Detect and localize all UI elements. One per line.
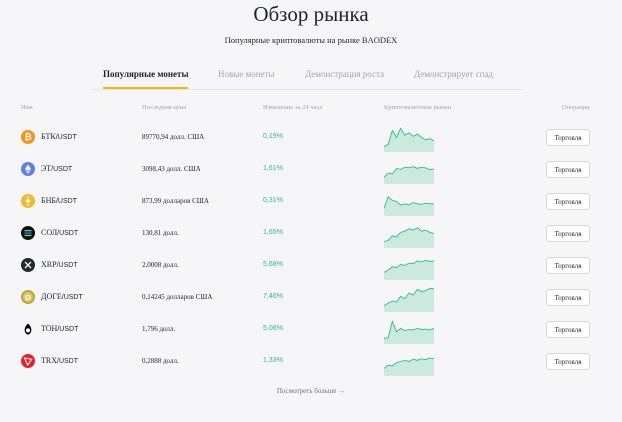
sparkline-chart <box>384 357 434 376</box>
table-row[interactable]: ТОН/USDT 1,796 долл. 5,06% Торговля <box>0 314 622 346</box>
page-subtitle: Популярные криптовалюты на рынке BAODEX <box>224 35 398 45</box>
coin-change: 0,31% <box>263 197 283 204</box>
sparkline-chart <box>384 227 434 248</box>
tab-losers[interactable]: Демонстрирует спад <box>414 69 493 79</box>
sparkline-area <box>384 358 434 376</box>
svg-text:D: D <box>25 293 31 302</box>
bnb-icon <box>21 194 35 208</box>
coin-change: 7,46% <box>263 293 283 300</box>
trade-button[interactable]: Торговля <box>546 353 590 370</box>
solana-icon <box>21 226 35 240</box>
coin-price: 2,0008 долл. <box>142 261 179 269</box>
coin-name: TRX/USDT <box>41 356 78 365</box>
header-change: Изменение за 24 часа <box>263 104 323 111</box>
table-row[interactable]: БНБ/USDT 873,99 долларов США 0,31% Торго… <box>0 186 622 218</box>
tab-gainers[interactable]: Демонстрация роста <box>305 69 384 79</box>
view-more-link[interactable]: Посмотреть больше → <box>0 387 622 395</box>
coin-name: СОЛ/USDT <box>41 228 79 237</box>
sparkline-area <box>384 166 434 184</box>
coin-price: 130,81 долл. <box>142 229 179 237</box>
header-chart: Криптовалютные рынки <box>384 104 452 111</box>
coin-change: 5,06% <box>263 325 283 332</box>
coin-price: 3098,43 долл. США <box>142 165 201 173</box>
tab-new-coins[interactable]: Новые монеты <box>218 69 275 79</box>
header-action: Операция <box>562 104 590 111</box>
dogecoin-icon: D <box>21 290 35 304</box>
table-row[interactable]: XRP/USDT 2,0008 долл. 5,68% Торговля <box>0 250 622 282</box>
tron-icon <box>21 354 35 368</box>
table-row[interactable]: TRX/USDT 0,2888 долл. 1,33% Торговля <box>0 346 622 378</box>
coin-price: 873,99 долларов США <box>142 197 209 205</box>
trade-button[interactable]: Торговля <box>546 193 590 210</box>
table-row[interactable]: D ДОГЕ/USDT 0,14245 долларов США 7,46% Т… <box>0 282 622 314</box>
sparkline-chart <box>384 287 434 312</box>
trade-button[interactable]: Торговля <box>546 225 590 242</box>
coin-name: ТОН/USDT <box>41 324 79 333</box>
coin-change: 1,65% <box>263 229 283 236</box>
ton-icon <box>21 322 35 336</box>
sparkline-chart <box>384 320 434 344</box>
tab-popular-coins[interactable]: Популярные монеты <box>103 69 188 79</box>
coin-name: БНБ/USDT <box>41 196 77 205</box>
coin-change: 1,61% <box>263 165 283 172</box>
trade-button[interactable]: Торговля <box>546 321 590 338</box>
trade-button[interactable]: Торговля <box>546 161 590 178</box>
header-name: Имя <box>21 104 33 111</box>
coin-name: ЭТ/USDT <box>41 164 73 173</box>
sparkline-area <box>384 288 434 312</box>
sparkline-chart <box>384 196 434 216</box>
table-row[interactable]: СОЛ/USDT 130,81 долл. 1,65% Торговля <box>0 218 622 250</box>
xrp-icon <box>21 258 35 272</box>
table-row[interactable]: ₿ БТК/USDT 89770,94 долл. США 0,19% Торг… <box>0 122 622 154</box>
coin-name: XRP/USDT <box>41 260 78 269</box>
bitcoin-icon: ₿ <box>21 130 35 144</box>
trade-button[interactable]: Торговля <box>546 257 590 274</box>
coin-name: ДОГЕ/USDT <box>41 292 83 301</box>
trade-button[interactable]: Торговля <box>546 129 590 146</box>
page-title: Обзор рынка <box>253 2 369 26</box>
sparkline-chart <box>384 259 434 280</box>
coin-change: 0,19% <box>263 133 283 140</box>
coin-price: 1,796 долл. <box>142 325 176 333</box>
coin-name: БТК/USDT <box>41 132 77 141</box>
trade-button[interactable]: Торговля <box>546 289 590 306</box>
svg-text:₿: ₿ <box>24 132 31 142</box>
coin-price: 89770,94 долл. США <box>142 133 205 141</box>
coin-price: 0,14245 долларов США <box>142 293 213 301</box>
sparkline-chart <box>384 127 434 152</box>
coin-price: 0,2888 долл. <box>142 357 179 365</box>
table-row[interactable]: ЭТ/USDT 3098,43 долл. США 1,61% Торговля <box>0 154 622 186</box>
active-tab-indicator <box>103 87 188 89</box>
coin-change: 1,33% <box>263 357 283 364</box>
header-price: Последняя цена <box>142 104 187 111</box>
sparkline-chart <box>384 166 434 184</box>
coin-change: 5,68% <box>263 261 283 268</box>
ethereum-icon <box>21 162 35 176</box>
